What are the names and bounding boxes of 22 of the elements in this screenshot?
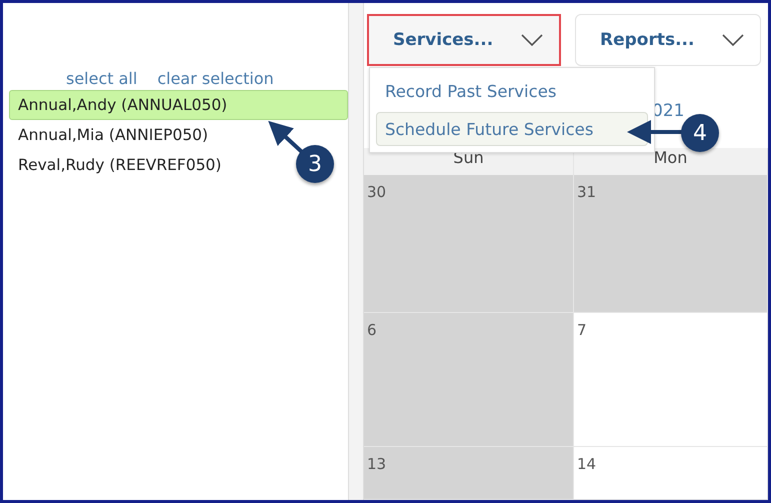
patient-list-item[interactable]: Reval,Rudy (REEVREF050) — [9, 150, 230, 180]
callout-arrow — [268, 120, 304, 154]
step-number-badge: 3 — [296, 145, 334, 183]
calendar-day-cell[interactable]: 7 — [574, 313, 768, 447]
calendar-day-cell[interactable]: 30 — [364, 175, 574, 313]
menu-item[interactable]: Schedule Future Services — [376, 112, 648, 146]
patient-list-item[interactable]: Annual,Mia (ANNIEP050) — [9, 120, 218, 150]
calendar-day-cell[interactable]: 14 — [574, 447, 768, 500]
dropdown-button[interactable]: Services... — [367, 14, 561, 66]
weekday-header: Mon — [574, 148, 768, 175]
splitter-bar[interactable] — [348, 3, 364, 500]
calendar-day-cell[interactable]: 13 — [364, 447, 574, 500]
step-number-badge: 4 — [681, 114, 719, 152]
chevron-down-icon — [521, 34, 543, 46]
dropdown-button[interactable]: Reports... — [575, 14, 761, 66]
calendar-day-cell[interactable]: 31 — [574, 175, 768, 313]
chevron-down-icon — [722, 34, 744, 46]
callout-arrow — [627, 120, 683, 144]
calendar-day-cell[interactable]: 6 — [364, 313, 574, 447]
clear-selection-link[interactable]: clear selection — [157, 69, 274, 88]
select-all-link[interactable]: select all — [66, 69, 138, 88]
patient-list-item[interactable]: Annual,Andy (ANNUAL050) — [9, 90, 348, 120]
